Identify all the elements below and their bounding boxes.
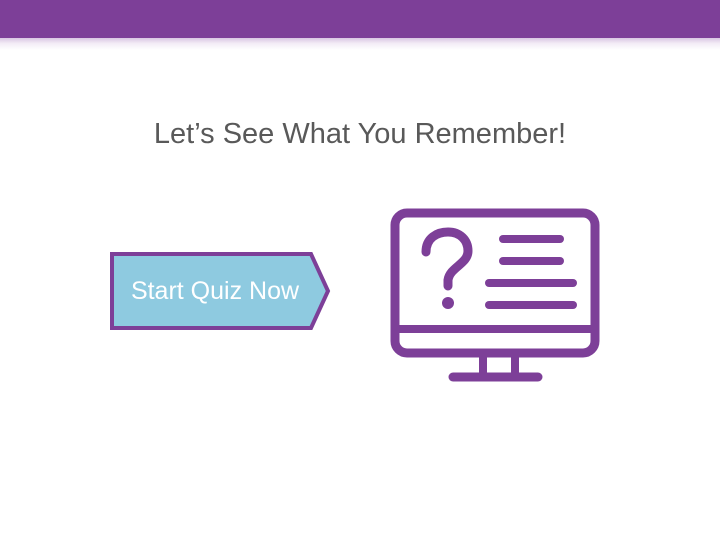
header-bar bbox=[0, 0, 720, 38]
start-quiz-button-label: Start Quiz Now bbox=[130, 277, 300, 305]
header-bar-shadow bbox=[0, 38, 720, 50]
page-title: Let’s See What You Remember! bbox=[153, 118, 567, 150]
monitor-question-icon bbox=[390, 208, 600, 382]
start-quiz-button[interactable]: Start Quiz Now bbox=[110, 252, 332, 330]
